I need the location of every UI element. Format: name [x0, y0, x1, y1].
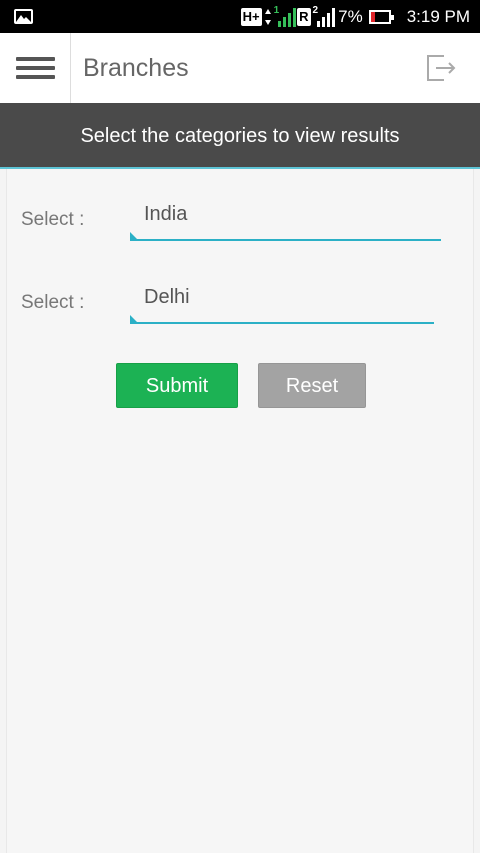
clock: 3:19 PM [406, 6, 470, 26]
hamburger-menu-button[interactable] [0, 33, 71, 103]
signal-icon [316, 7, 335, 27]
network-type-label: H+ [242, 9, 260, 24]
country-dropdown[interactable]: India [130, 201, 441, 241]
dropdown-arrow-icon [130, 315, 139, 324]
instruction-banner: Select the categories to view results [0, 103, 480, 169]
sim-slot-1-label: 1 [273, 5, 280, 16]
battery-fill [370, 11, 375, 22]
app-header: Branches [0, 33, 480, 103]
city-dropdown-underline [130, 322, 434, 324]
logout-button[interactable] [424, 53, 458, 83]
page-title: Branches [83, 54, 189, 82]
country-select-label: Select : [21, 209, 85, 230]
status-right: H+ 1 R 2 7% 3:19 PM [240, 0, 470, 33]
battery-icon [368, 9, 394, 24]
filter-form: Select : India Select : Delhi Submit Res… [6, 169, 474, 853]
app-screen: H+ 1 R 2 7% 3:19 PM Branches Select the … [0, 0, 480, 853]
logout-icon [427, 55, 456, 81]
sim-slot-2-label: 2 [312, 5, 319, 16]
mobile-data-icon: H+ [240, 7, 262, 26]
reset-button[interactable]: Reset [258, 363, 366, 408]
country-dropdown-underline [130, 239, 441, 241]
gallery-icon [14, 9, 33, 24]
submit-button[interactable]: Submit [116, 363, 238, 408]
battery-percent: 7% [338, 6, 363, 26]
roaming-icon: R [297, 7, 311, 26]
country-dropdown-value: India [144, 203, 188, 225]
city-select-label: Select : [21, 292, 85, 313]
city-dropdown-value: Delhi [144, 286, 190, 308]
dropdown-arrow-icon [130, 232, 139, 241]
roaming-label: R [299, 9, 309, 24]
data-arrows-icon [264, 8, 271, 25]
status-bar: H+ 1 R 2 7% 3:19 PM [0, 0, 480, 33]
city-dropdown[interactable]: Delhi [130, 284, 434, 324]
signal-icon [277, 7, 296, 27]
